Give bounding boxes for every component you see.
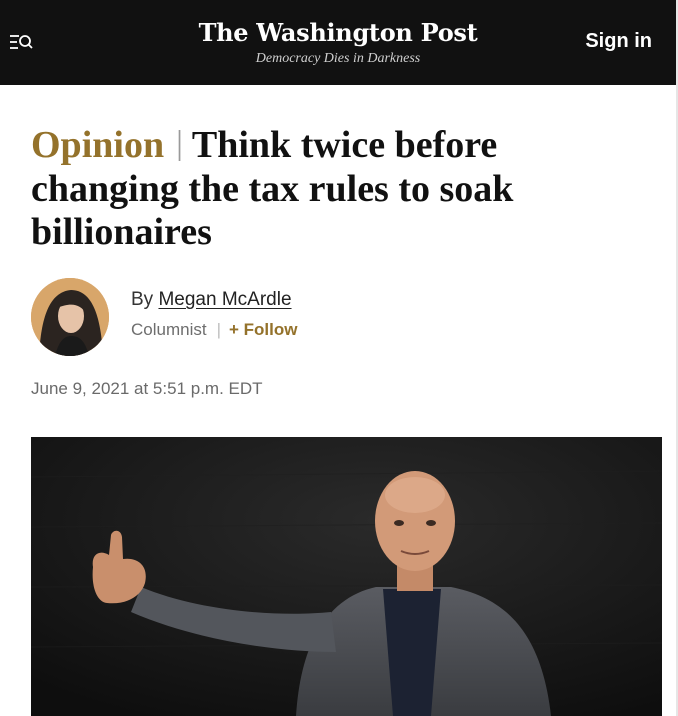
opinion-kicker[interactable]: Opinion bbox=[31, 124, 164, 166]
byline-prefix: By bbox=[131, 289, 154, 310]
author-avatar[interactable] bbox=[31, 278, 109, 356]
role-divider: | bbox=[216, 320, 222, 339]
author-meta: Columnist | + Follow bbox=[131, 320, 298, 340]
masthead: The Washington Post Democracy Dies in Da… bbox=[0, 18, 676, 68]
follow-button[interactable]: + Follow bbox=[229, 320, 297, 339]
publish-date: June 9, 2021 at 5:51 p.m. EDT bbox=[31, 379, 263, 398]
site-tagline: Democracy Dies in Darkness bbox=[255, 51, 421, 66]
author-link[interactable]: Megan McArdle bbox=[158, 289, 291, 310]
byline: By Megan McArdle bbox=[131, 289, 292, 311]
headline-divider: | bbox=[176, 125, 183, 162]
site-header: The Washington Post Democracy Dies in Da… bbox=[0, 0, 676, 85]
lead-photo bbox=[31, 437, 662, 716]
article-headline: Opinion | Think twice before changing the … bbox=[31, 124, 631, 254]
author-role: Columnist bbox=[131, 320, 207, 339]
site-logo[interactable]: The Washington Post bbox=[0, 18, 676, 48]
sign-in-button[interactable]: Sign in bbox=[585, 30, 652, 53]
